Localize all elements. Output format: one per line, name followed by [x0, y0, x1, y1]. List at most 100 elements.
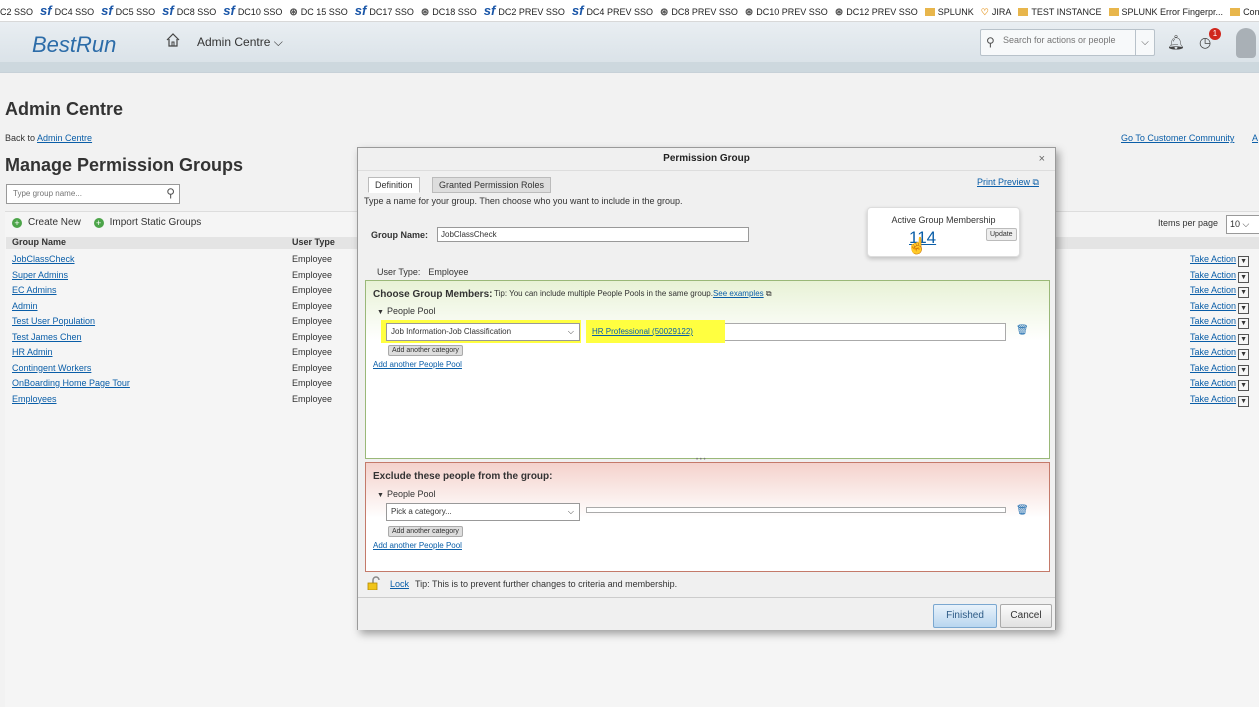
- take-action-link[interactable]: Take Action: [1190, 285, 1236, 295]
- exclude-category-select[interactable]: Pick a category... ⌵: [386, 503, 580, 521]
- take-action-menu[interactable]: Take Action ▼: [1190, 347, 1250, 360]
- take-action-link[interactable]: Take Action: [1190, 316, 1236, 326]
- take-action-link[interactable]: Take Action: [1190, 254, 1236, 264]
- take-action-menu[interactable]: Take Action ▼: [1190, 270, 1250, 283]
- take-action-menu[interactable]: Take Action ▼: [1190, 301, 1250, 314]
- unlock-icon[interactable]: [367, 576, 381, 590]
- group-name-link[interactable]: HR Admin: [12, 347, 53, 357]
- take-action-link[interactable]: Take Action: [1190, 301, 1236, 311]
- add-people-pool-link[interactable]: Add another People Pool: [373, 360, 462, 369]
- add-people-pool-link[interactable]: Add another People Pool: [373, 541, 462, 550]
- take-action-menu[interactable]: Take Action ▼: [1190, 285, 1250, 298]
- take-action-menu[interactable]: Take Action ▼: [1190, 254, 1250, 267]
- dropdown-icon[interactable]: ▼: [1238, 333, 1250, 345]
- bookmark-item[interactable]: Confluence - P: [1230, 2, 1259, 21]
- category-select[interactable]: Job Information-Job Classification ⌵: [386, 323, 580, 341]
- take-action-link[interactable]: Take Action: [1190, 270, 1236, 280]
- take-action-link[interactable]: Take Action: [1190, 347, 1236, 357]
- bookmark-item[interactable]: sf DC4 SSO: [40, 0, 94, 21]
- dropdown-icon[interactable]: ▼: [1238, 380, 1250, 391]
- bookmark-item[interactable]: TEST INSTANCE: [1018, 2, 1102, 21]
- exclude-value-field[interactable]: [586, 507, 1006, 513]
- finished-button[interactable]: Finished: [933, 604, 997, 628]
- group-name-link[interactable]: EC Admins: [12, 285, 57, 295]
- home-icon[interactable]: [165, 32, 181, 48]
- take-action-link[interactable]: Take Action: [1190, 378, 1236, 388]
- category-value-link[interactable]: HR Professional (50029122): [592, 327, 693, 336]
- bookmark-item[interactable]: SPLUNK: [924, 2, 974, 21]
- bookmark-item[interactable]: ⊛ DC18 SSO: [421, 2, 477, 21]
- module-switcher[interactable]: Admin Centre ⌵: [197, 35, 283, 50]
- group-name-link[interactable]: Contingent Workers: [12, 363, 91, 373]
- bookmark-item[interactable]: ♡ JIRA: [981, 2, 1012, 21]
- take-action-link[interactable]: Take Action: [1190, 363, 1236, 373]
- take-action-link[interactable]: Take Action: [1190, 332, 1236, 342]
- bookmark-item[interactable]: sf DC17 SSO: [355, 0, 414, 21]
- column-header-user-type[interactable]: User Type: [292, 237, 335, 247]
- group-name-link[interactable]: Test James Chen: [12, 332, 82, 342]
- take-action-menu[interactable]: Take Action ▼: [1190, 394, 1250, 407]
- see-examples-link[interactable]: See examples: [713, 289, 764, 298]
- create-new-button[interactable]: + Create New: [12, 217, 81, 228]
- global-search[interactable]: ⚲ ⌵: [980, 29, 1155, 56]
- search-icon[interactable]: ⚲: [166, 186, 175, 200]
- group-name-input[interactable]: JobClassCheck: [437, 227, 749, 242]
- group-search[interactable]: ⚲: [6, 184, 180, 204]
- trash-icon[interactable]: 🗑︎: [1016, 505, 1029, 516]
- take-action-menu[interactable]: Take Action ▼: [1190, 316, 1250, 329]
- customer-community-link[interactable]: Go To Customer Community: [1121, 133, 1234, 143]
- bookmark-item[interactable]: C2 SSO: [0, 2, 33, 21]
- global-search-input[interactable]: [1001, 34, 1135, 46]
- group-name-link[interactable]: Super Admins: [12, 270, 68, 280]
- group-name-link[interactable]: Admin: [12, 301, 38, 311]
- people-pool-toggle[interactable]: ▼ People Pool: [377, 306, 435, 316]
- dropdown-icon[interactable]: ▼: [1238, 349, 1250, 360]
- bookmark-item[interactable]: sf DC10 SSO: [223, 0, 282, 21]
- truncated-link[interactable]: A: [1252, 133, 1258, 143]
- dropdown-icon[interactable]: ▼: [1238, 256, 1250, 267]
- group-name-link[interactable]: JobClassCheck: [12, 254, 75, 264]
- close-icon[interactable]: ×: [1039, 153, 1045, 165]
- take-action-link[interactable]: Take Action: [1190, 394, 1236, 404]
- dropdown-icon[interactable]: ▼: [1238, 287, 1250, 298]
- bookmark-item[interactable]: ⊛ DC10 PREV SSO: [745, 2, 828, 21]
- cancel-button[interactable]: Cancel: [1000, 604, 1052, 628]
- update-button[interactable]: Update: [986, 228, 1017, 241]
- add-category-button[interactable]: Add another category: [388, 345, 463, 356]
- back-to-admin-link[interactable]: Admin Centre: [37, 133, 92, 143]
- take-action-menu[interactable]: Take Action ▼: [1190, 332, 1250, 345]
- dropdown-icon[interactable]: ▼: [1238, 395, 1250, 407]
- dropdown-icon[interactable]: ▼: [1238, 271, 1250, 283]
- take-action-menu[interactable]: Take Action ▼: [1190, 378, 1250, 391]
- company-logo[interactable]: BestRun: [32, 32, 116, 58]
- bookmark-item[interactable]: sf DC4 PREV SSO: [572, 0, 653, 21]
- add-category-button[interactable]: Add another category: [388, 526, 463, 537]
- group-name-link[interactable]: OnBoarding Home Page Tour: [12, 378, 130, 388]
- import-static-button[interactable]: + Import Static Groups: [93, 217, 201, 228]
- dropdown-icon[interactable]: ▼: [1238, 364, 1250, 376]
- people-pool-toggle[interactable]: ▼ People Pool: [377, 489, 435, 499]
- tab-definition[interactable]: Definition: [368, 177, 420, 193]
- bookmark-item[interactable]: ⊛ DC8 PREV SSO: [660, 2, 738, 21]
- dropdown-icon[interactable]: ▼: [1238, 302, 1250, 314]
- bookmark-item[interactable]: sf DC2 PREV SSO: [484, 0, 565, 21]
- bell-icon[interactable]: 🔔︎: [1167, 34, 1185, 51]
- take-action-menu[interactable]: Take Action ▼: [1190, 363, 1250, 376]
- bookmark-item[interactable]: SPLUNK Error Fingerpr...: [1108, 2, 1223, 21]
- group-name-link[interactable]: Test User Population: [12, 316, 95, 326]
- tab-granted-roles[interactable]: Granted Permission Roles: [432, 177, 552, 193]
- bookmark-item[interactable]: ⊛ DC12 PREV SSO: [835, 2, 918, 21]
- group-search-input[interactable]: [11, 188, 155, 199]
- bookmark-item[interactable]: ⊛ DC 15 SSO: [289, 2, 347, 21]
- items-per-page-select[interactable]: 10 ⌵: [1226, 215, 1259, 234]
- dropdown-icon[interactable]: ▼: [1238, 318, 1250, 329]
- column-header-group-name[interactable]: Group Name: [12, 237, 66, 247]
- bookmark-item[interactable]: sf DC8 SSO: [162, 0, 216, 21]
- trash-icon[interactable]: 🗑︎: [1016, 325, 1029, 336]
- lock-link[interactable]: Lock: [390, 579, 409, 589]
- group-name-link[interactable]: Employees: [12, 394, 57, 404]
- avatar[interactable]: [1236, 28, 1256, 58]
- bookmark-item[interactable]: sf DC5 SSO: [101, 0, 155, 21]
- search-scope-dropdown[interactable]: ⌵: [1135, 30, 1154, 55]
- print-preview-link[interactable]: Print Preview ⧉: [977, 177, 1039, 188]
